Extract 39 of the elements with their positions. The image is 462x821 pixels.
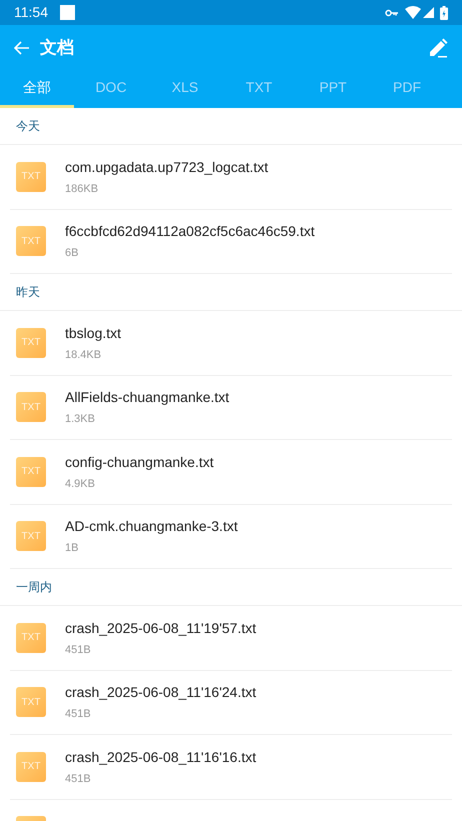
- file-size: 6B: [65, 246, 80, 261]
- file-name[interactable]: f6ccbfcd62d94112a082cf5c6ac46c59.txt: [65, 221, 315, 242]
- file-size: 451B: [65, 642, 92, 658]
- txt-file-icon: TXT: [16, 622, 46, 653]
- file-name[interactable]: com.upgadata.up7723_logcat.txt: [65, 156, 268, 178]
- wifi-icon: [405, 6, 421, 19]
- file-size: 1B: [65, 541, 80, 556]
- txt-file-icon: TXT: [16, 162, 46, 192]
- file-size: 451B: [65, 772, 92, 786]
- txt-file-icon: TXT: [16, 687, 46, 718]
- file-name[interactable]: AD-cmk.chuangmanke-3.txt: [65, 516, 238, 537]
- txt-file-icon: TXT: [16, 752, 46, 782]
- signal-icon: [423, 7, 434, 18]
- section-header: 一周内: [16, 579, 52, 596]
- file-name[interactable]: tbslog.txt: [65, 322, 122, 344]
- file-size: 18.4KB: [65, 348, 102, 362]
- file-name[interactable]: crash_2025-06-08_11'19'57.txt: [65, 618, 256, 638]
- notification-icon: [60, 5, 75, 20]
- back-icon[interactable]: [14, 40, 30, 54]
- battery-icon: [440, 6, 448, 20]
- file-size: 186KB: [65, 182, 100, 196]
- txt-file-icon: TXT: [16, 521, 46, 552]
- file-name[interactable]: crash_2025-06-08_11'16'24.txt: [65, 682, 256, 703]
- txt-file-icon: TXT: [16, 392, 46, 422]
- key-icon: [385, 8, 399, 16]
- txt-file-icon: TXT: [16, 456, 46, 487]
- txt-file-icon: TXT: [16, 328, 46, 358]
- section-header: 今天: [16, 118, 40, 135]
- file-size: 451B: [65, 707, 92, 722]
- section-header: 昨天: [16, 284, 40, 301]
- page-title: 文档: [40, 36, 74, 59]
- txt-file-icon: TXT: [16, 226, 46, 256]
- file-size: 1.3KB: [65, 412, 96, 427]
- status-time: 11:54: [14, 3, 48, 22]
- file-size: 4.9KB: [65, 476, 96, 492]
- file-name[interactable]: AllFields-chuangmanke.txt: [65, 387, 230, 408]
- file-name[interactable]: config-chuangmanke.txt: [65, 452, 214, 472]
- edit-icon[interactable]: [428, 38, 448, 58]
- file-name[interactable]: crash_2025-06-08_11'16'16.txt: [65, 746, 256, 768]
